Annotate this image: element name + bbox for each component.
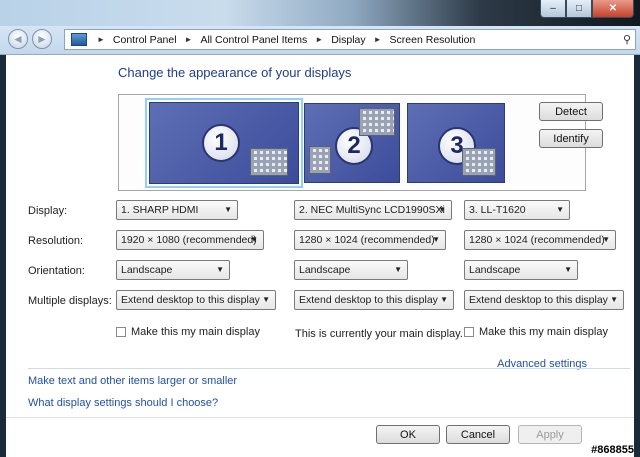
caption-buttons: – □ ✕ xyxy=(540,0,634,18)
watermark: #868855 xyxy=(591,444,634,456)
main-display-checkbox-3[interactable]: Make this my main display xyxy=(464,326,608,338)
monitor-2[interactable]: 2 xyxy=(304,103,400,183)
chevron-down-icon: ▼ xyxy=(394,265,402,274)
maximize-button[interactable]: □ xyxy=(566,0,592,18)
chevron-down-icon: ▼ xyxy=(262,295,270,304)
apply-button[interactable]: Apply xyxy=(518,425,582,444)
display-label: Display: xyxy=(28,205,68,217)
chevron-down-icon: ▼ xyxy=(432,235,440,244)
chevron-down-icon: ▼ xyxy=(216,265,224,274)
breadcrumb-display[interactable]: Display xyxy=(331,34,365,46)
breadcrumb-separator: ► xyxy=(184,35,193,44)
multiple-displays-select-value: Extend desktop to this display xyxy=(121,294,260,306)
orientation-select-2[interactable]: Landscape ▼ xyxy=(294,260,408,280)
control-panel-icon xyxy=(71,33,87,46)
divider xyxy=(6,417,634,418)
display-select-2[interactable]: 2. NEC MultiSync LCD1990SXi ▼ xyxy=(294,200,452,220)
display-select-3[interactable]: 3. LL-T1620 ▼ xyxy=(464,200,570,220)
window-icon xyxy=(250,148,288,176)
resolution-select-3[interactable]: 1280 × 1024 (recommended) ▼ xyxy=(464,230,616,250)
window-icon xyxy=(309,146,331,174)
main-display-status: This is currently your main display. xyxy=(295,328,463,340)
window-icon xyxy=(359,108,395,136)
breadcrumb-all-items[interactable]: All Control Panel Items xyxy=(200,34,307,46)
monitor-3[interactable]: 3 xyxy=(407,103,505,183)
multiple-displays-select-value: Extend desktop to this display xyxy=(469,294,608,306)
orientation-select-value: Landscape xyxy=(121,264,173,276)
breadcrumb-separator: ► xyxy=(315,35,324,44)
display-select-1[interactable]: 1. SHARP HDMI ▼ xyxy=(116,200,238,220)
display-select-value: 3. LL-T1620 xyxy=(469,204,526,216)
cancel-button[interactable]: Cancel xyxy=(446,425,510,444)
forward-button[interactable]: ► xyxy=(32,29,52,49)
chevron-down-icon: ▼ xyxy=(250,235,258,244)
multiple-displays-label: Multiple displays: xyxy=(28,295,112,307)
main-content: Change the appearance of your displays 1… xyxy=(6,55,634,457)
close-button[interactable]: ✕ xyxy=(592,0,634,18)
divider xyxy=(28,368,630,369)
multiple-displays-select-1[interactable]: Extend desktop to this display ▼ xyxy=(116,290,276,310)
back-button[interactable]: ◄ xyxy=(8,29,28,49)
resolution-label: Resolution: xyxy=(28,235,84,247)
window-icon xyxy=(462,148,496,176)
back-arrow-icon: ◄ xyxy=(12,32,24,46)
display-select-value: 1. SHARP HDMI xyxy=(121,204,199,216)
address-bar[interactable]: ► Control Panel ► All Control Panel Item… xyxy=(64,29,636,50)
forward-arrow-icon: ► xyxy=(36,32,48,46)
resolution-select-1[interactable]: 1920 × 1080 (recommended) ▼ xyxy=(116,230,264,250)
title-bar: – □ ✕ xyxy=(0,0,640,26)
ok-button[interactable]: OK xyxy=(376,425,440,444)
orientation-label: Orientation: xyxy=(28,265,85,277)
multiple-displays-select-value: Extend desktop to this display xyxy=(299,294,438,306)
search-icon[interactable]: ⚲ xyxy=(623,33,631,46)
chevron-down-icon: ▼ xyxy=(564,265,572,274)
main-display-label: Make this my main display xyxy=(479,326,608,338)
resolution-select-value: 1280 × 1024 (recommended) xyxy=(299,234,435,246)
orientation-select-1[interactable]: Landscape ▼ xyxy=(116,260,230,280)
orientation-select-value: Landscape xyxy=(469,264,521,276)
checkbox[interactable] xyxy=(464,327,474,337)
display-settings-help-link[interactable]: What display settings should I choose? xyxy=(28,397,218,409)
main-display-label: Make this my main display xyxy=(131,326,260,338)
orientation-select-3[interactable]: Landscape ▼ xyxy=(464,260,578,280)
monitor-arrangement[interactable]: 1 2 3 Detect Identify xyxy=(118,94,603,191)
orientation-select-value: Landscape xyxy=(299,264,351,276)
monitor-1[interactable]: 1 xyxy=(145,98,303,188)
page-title: Change the appearance of your displays xyxy=(118,65,352,80)
chevron-down-icon: ▼ xyxy=(438,205,446,214)
monitor-number: 1 xyxy=(202,124,240,162)
identify-button[interactable]: Identify xyxy=(539,129,603,148)
breadcrumb-control-panel[interactable]: Control Panel xyxy=(113,34,177,46)
minimize-button[interactable]: – xyxy=(540,0,566,18)
navigation-bar: ◄ ► ► Control Panel ► All Control Panel … xyxy=(0,26,640,55)
breadcrumb-separator: ► xyxy=(97,35,105,44)
text-size-link[interactable]: Make text and other items larger or smal… xyxy=(28,375,237,387)
display-select-value: 2. NEC MultiSync LCD1990SXi xyxy=(299,204,445,216)
chevron-down-icon: ▼ xyxy=(602,235,610,244)
breadcrumb-screen-resolution[interactable]: Screen Resolution xyxy=(390,34,476,46)
main-display-checkbox-1[interactable]: Make this my main display xyxy=(116,326,260,338)
chevron-down-icon: ▼ xyxy=(224,205,232,214)
detect-button[interactable]: Detect xyxy=(539,102,603,121)
chevron-down-icon: ▼ xyxy=(610,295,618,304)
chevron-down-icon: ▼ xyxy=(440,295,448,304)
breadcrumb-separator: ► xyxy=(373,35,382,44)
resolution-select-value: 1920 × 1080 (recommended) xyxy=(121,234,257,246)
resolution-select-2[interactable]: 1280 × 1024 (recommended) ▼ xyxy=(294,230,446,250)
resolution-select-value: 1280 × 1024 (recommended) xyxy=(469,234,605,246)
multiple-displays-select-3[interactable]: Extend desktop to this display ▼ xyxy=(464,290,624,310)
chevron-down-icon: ▼ xyxy=(556,205,564,214)
checkbox[interactable] xyxy=(116,327,126,337)
multiple-displays-select-2[interactable]: Extend desktop to this display ▼ xyxy=(294,290,454,310)
